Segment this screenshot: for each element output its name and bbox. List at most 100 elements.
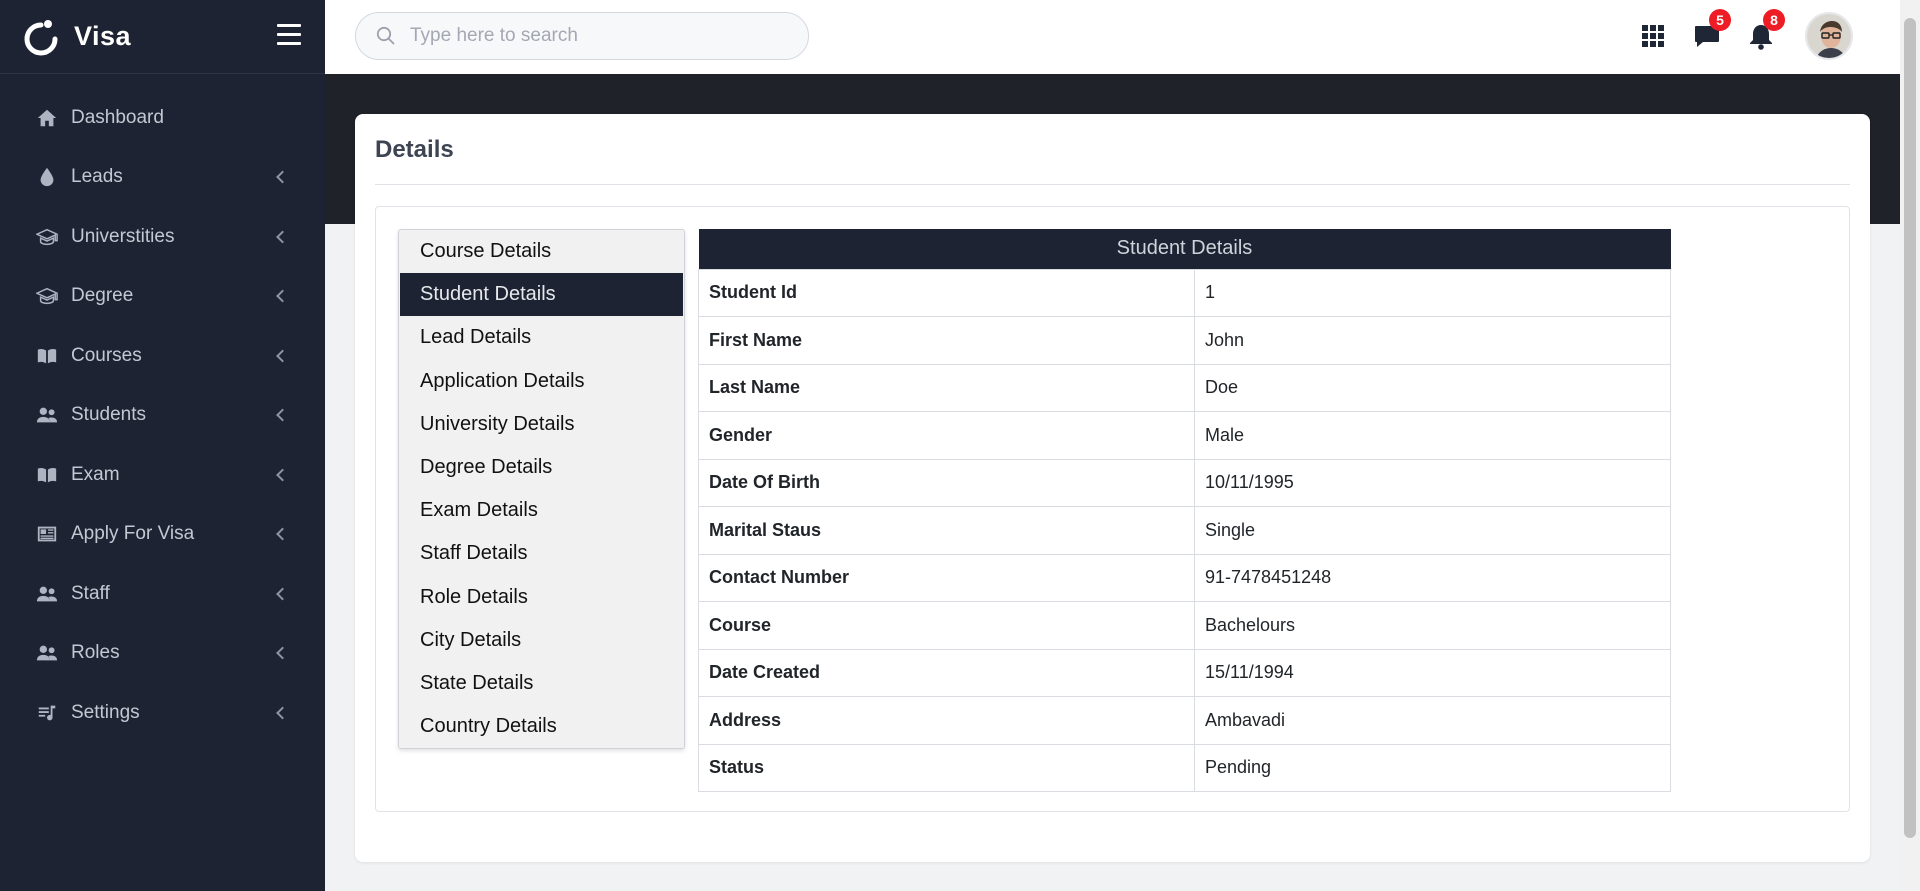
sidebar-item-label: Roles bbox=[71, 642, 120, 664]
row-label: Date Of Birth bbox=[698, 458, 1195, 507]
table-row: Date Created 15/11/1994 bbox=[698, 648, 1671, 697]
users-icon bbox=[35, 641, 59, 665]
row-value: Bachelours bbox=[1194, 601, 1671, 650]
details-panel: Course Details Student Details Lead Detail… bbox=[375, 206, 1850, 812]
sidebar-item-universtities[interactable]: Universtities bbox=[0, 207, 325, 267]
search-box[interactable] bbox=[355, 12, 809, 60]
row-label: Status bbox=[698, 743, 1195, 792]
sidebar-item-degree[interactable]: Degree bbox=[0, 267, 325, 327]
table-row: Course Bachelours bbox=[698, 601, 1671, 650]
chevron-left-icon bbox=[276, 408, 289, 422]
topbar: 5 8 bbox=[325, 0, 1900, 74]
tab-city-details[interactable]: City Details bbox=[400, 619, 683, 662]
brand: Visa bbox=[0, 0, 325, 74]
table-row: Status Pending bbox=[698, 743, 1671, 792]
details-card: Details Course Details Student Details Lea… bbox=[355, 114, 1870, 862]
chevron-left-icon bbox=[276, 527, 289, 541]
chevron-left-icon bbox=[276, 230, 289, 244]
row-label: Address bbox=[698, 696, 1195, 745]
tab-application-details[interactable]: Application Details bbox=[400, 360, 683, 403]
search-input[interactable] bbox=[410, 25, 790, 47]
tab-university-details[interactable]: University Details bbox=[400, 403, 683, 446]
scrollbar-thumb[interactable] bbox=[1904, 18, 1916, 838]
sidebar-item-label: Students bbox=[71, 404, 146, 426]
tab-role-details[interactable]: Role Details bbox=[400, 576, 683, 619]
row-label: Contact Number bbox=[698, 553, 1195, 602]
row-label: Last Name bbox=[698, 363, 1195, 412]
chevron-left-icon bbox=[276, 468, 289, 482]
sidebar-item-label: Apply For Visa bbox=[71, 523, 195, 545]
logo-icon[interactable] bbox=[20, 16, 62, 58]
sidebar-item-students[interactable]: Students bbox=[0, 386, 325, 446]
row-label: Course bbox=[698, 601, 1195, 650]
tab-exam-details[interactable]: Exam Details bbox=[400, 489, 683, 532]
book-icon bbox=[35, 463, 59, 487]
table-row: Contact Number 91-7478451248 bbox=[698, 553, 1671, 602]
table-header: Student Details bbox=[698, 229, 1671, 269]
sidebar-item-roles[interactable]: Roles bbox=[0, 624, 325, 684]
row-label: Gender bbox=[698, 411, 1195, 460]
sidebar-item-dashboard[interactable]: Dashboard bbox=[0, 88, 325, 148]
sidebar-item-apply-for-visa[interactable]: Apply For Visa bbox=[0, 505, 325, 565]
row-value: Single bbox=[1194, 506, 1671, 555]
sidebar-item-label: Staff bbox=[71, 582, 110, 604]
newspaper-icon bbox=[35, 522, 59, 546]
messages-badge: 5 bbox=[1709, 9, 1731, 31]
row-value: Ambavadi bbox=[1194, 696, 1671, 745]
search-icon bbox=[376, 26, 395, 45]
details-tab-list: Course Details Student Details Lead Detail… bbox=[398, 229, 685, 749]
row-value: John bbox=[1194, 316, 1671, 365]
tab-student-details[interactable]: Student Details bbox=[400, 273, 683, 317]
tab-staff-details[interactable]: Staff Details bbox=[400, 532, 683, 575]
home-icon bbox=[35, 106, 59, 130]
drop-icon bbox=[35, 165, 59, 189]
sidebar-item-label: Degree bbox=[71, 285, 134, 307]
page-title: Details bbox=[375, 136, 454, 163]
tab-country-details[interactable]: Country Details bbox=[400, 705, 683, 748]
sidebar-item-courses[interactable]: Courses bbox=[0, 326, 325, 386]
tab-degree-details[interactable]: Degree Details bbox=[400, 446, 683, 489]
sidebar: Visa Dashboard Leads Universtities Degree Co… bbox=[0, 0, 325, 891]
tab-state-details[interactable]: State Details bbox=[400, 662, 683, 705]
sidebar-item-leads[interactable]: Leads bbox=[0, 148, 325, 208]
hamburger-menu-icon[interactable] bbox=[277, 24, 301, 46]
apps-grid-icon[interactable] bbox=[1639, 22, 1667, 50]
table-row: First Name John bbox=[698, 316, 1671, 365]
table-row: Gender Male bbox=[698, 411, 1671, 460]
playlist-music-icon bbox=[35, 701, 59, 725]
sidebar-item-label: Exam bbox=[71, 463, 120, 485]
chevron-left-icon bbox=[276, 289, 289, 303]
chevron-left-icon bbox=[276, 646, 289, 660]
sidebar-item-settings[interactable]: Settings bbox=[0, 683, 325, 743]
messages-button[interactable]: 5 bbox=[1693, 9, 1731, 50]
graduation-cap-icon bbox=[35, 225, 59, 249]
sidebar-item-label: Universtities bbox=[71, 225, 175, 247]
sidebar-item-label: Dashboard bbox=[71, 106, 164, 128]
table-row: Address Ambavadi bbox=[698, 696, 1671, 745]
sidebar-item-staff[interactable]: Staff bbox=[0, 564, 325, 624]
table-row: Date Of Birth 10/11/1995 bbox=[698, 458, 1671, 507]
user-avatar[interactable] bbox=[1805, 12, 1853, 60]
row-value: Pending bbox=[1194, 743, 1671, 792]
tab-course-details[interactable]: Course Details bbox=[400, 230, 683, 273]
notifications-button[interactable]: 8 bbox=[1747, 9, 1785, 50]
tab-lead-details[interactable]: Lead Details bbox=[400, 316, 683, 359]
page-scrollbar[interactable] bbox=[1900, 0, 1920, 891]
divider bbox=[375, 184, 1850, 185]
chevron-left-icon bbox=[276, 706, 289, 720]
row-value: Male bbox=[1194, 411, 1671, 460]
row-label: First Name bbox=[698, 316, 1195, 365]
row-value: 91-7478451248 bbox=[1194, 553, 1671, 602]
sidebar-item-label: Leads bbox=[71, 166, 123, 188]
users-icon bbox=[35, 582, 59, 606]
row-value: Doe bbox=[1194, 363, 1671, 412]
graduation-cap-icon bbox=[35, 284, 59, 308]
sidebar-item-label: Courses bbox=[71, 344, 142, 366]
brand-name: Visa bbox=[74, 21, 132, 51]
row-value: 1 bbox=[1194, 268, 1671, 317]
table-row: Last Name Doe bbox=[698, 363, 1671, 412]
sidebar-item-exam[interactable]: Exam bbox=[0, 445, 325, 505]
notifications-badge: 8 bbox=[1763, 9, 1785, 31]
table-row: Student Id 1 bbox=[698, 268, 1671, 317]
chevron-left-icon bbox=[276, 349, 289, 363]
